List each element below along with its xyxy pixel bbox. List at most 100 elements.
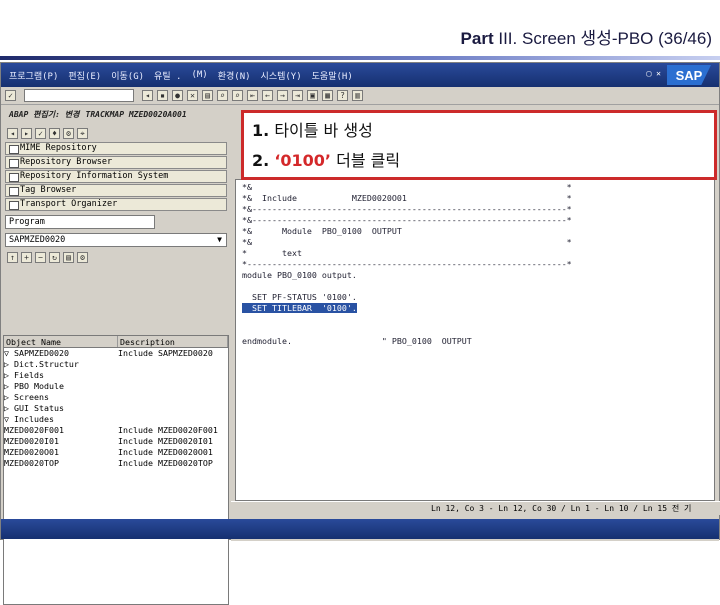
callout-step-1: 1. 타이틀 바 생성 <box>252 119 714 149</box>
tree-row[interactable]: MZED0020I01 Include MZED0020I01 <box>4 436 228 447</box>
callout-step-2: 2. ‘0100’ 더블 클릭 <box>252 149 714 179</box>
code-line[interactable]: *&--------------------------------------… <box>242 215 714 226</box>
tree-row[interactable]: ▽ SAPMZED0020 Include SAPMZED0020 <box>4 348 228 359</box>
first-page-icon[interactable]: ⇤ <box>247 90 258 101</box>
step2-quote-close: ’ <box>324 151 331 170</box>
next-page-icon[interactable]: → <box>277 90 288 101</box>
window-controls-icon[interactable]: ▢ ✕ <box>647 69 661 78</box>
code-line[interactable]: module PBO_0100 output. <box>242 270 714 281</box>
tree-row-name: ▷ Screens <box>4 392 49 402</box>
tree-row-name: MZED0020TOP <box>4 458 59 468</box>
code-line[interactable]: *& * <box>242 237 714 248</box>
tree-row-name: ▷ Dict.Structur <box>4 359 79 369</box>
cancel-icon[interactable]: ✕ <box>187 90 198 101</box>
code-line[interactable] <box>242 314 714 325</box>
col-object-name[interactable]: Object Name <box>4 336 118 347</box>
nav-mime-repository[interactable]: MIME Repository <box>5 142 227 155</box>
nav-check-icon[interactable]: ✓ <box>35 127 46 139</box>
tree-row[interactable]: ▷ Fields <box>4 370 228 381</box>
tree-row[interactable]: ▽ Includes <box>4 414 228 425</box>
code-line[interactable]: *---------------------------------------… <box>242 259 714 270</box>
menu-utilities[interactable]: 유틸 . <box>154 69 181 82</box>
print-icon[interactable]: ▤ <box>202 90 213 101</box>
menu-goto[interactable]: 이동(G) <box>111 69 144 82</box>
command-field[interactable] <box>24 89 134 102</box>
nav-activate-icon[interactable]: ♦ <box>49 127 60 139</box>
tree-up-icon[interactable]: ↑ <box>7 251 18 263</box>
menu-bar: 프로그램(P) 편집(E) 이동(G) 유틸 . (M) 환경(N) 시스템(Y… <box>1 63 719 87</box>
back-icon[interactable]: ◂ <box>142 90 153 101</box>
tree-row[interactable]: MZED0020F001 Include MZED0020F001 <box>4 425 228 436</box>
layout-icon[interactable]: ▥ <box>352 90 363 101</box>
code-line[interactable]: *& Module PBO_0100 OUTPUT <box>242 226 714 237</box>
save-icon[interactable]: ▪ <box>157 90 168 101</box>
tree-row-name: ▽ SAPMZED0020 <box>4 348 69 358</box>
enter-icon[interactable]: ✓ <box>5 90 16 101</box>
tree-row-desc <box>118 392 228 403</box>
menu-edit[interactable]: 편집(E) <box>68 69 101 82</box>
code-line[interactable]: *& Include MZED0020O01 * <box>242 193 714 204</box>
tree-toolbar: ↑ + − ↻ ▤ ⚙ <box>3 249 229 265</box>
menu-system[interactable]: 시스템(Y) <box>261 69 302 82</box>
tree-row[interactable]: ▷ Dict.Structur <box>4 359 228 370</box>
code-line[interactable] <box>242 281 714 292</box>
tree-refresh-icon[interactable]: ↻ <box>49 251 60 263</box>
shortcut-icon[interactable]: ▦ <box>322 90 333 101</box>
tree-row-desc <box>118 370 228 381</box>
tree-row[interactable]: MZED0020O01 Include MZED0020O01 <box>4 447 228 458</box>
object-type-select[interactable]: Program <box>5 215 155 229</box>
tree-row-desc: Include MZED0020O01 <box>117 447 213 457</box>
last-page-icon[interactable]: ⇥ <box>292 90 303 101</box>
nav-repository-info-system[interactable]: Repository Information System <box>5 170 227 183</box>
code-line[interactable]: endmodule. " PBO_0100 OUTPUT <box>242 336 714 347</box>
tree-row-desc: Include MZED0020TOP <box>117 458 213 468</box>
editor-pane: *& * *& Include MZED0020O01 * *&--------… <box>231 125 719 541</box>
tree-row[interactable]: ▷ PBO Module <box>4 381 228 392</box>
standard-toolbar: ✓ ◂ ▪ ● ✕ ▤ ⌕ ⌕ ⇤ ← → ⇥ ▣ ▦ ? ▥ <box>1 87 719 105</box>
selected-code-line[interactable]: SET TITLEBAR '0100'. <box>242 303 357 313</box>
menu-help[interactable]: 도움말(H) <box>312 69 353 82</box>
col-description[interactable]: Description <box>118 336 228 347</box>
title-underline <box>0 56 720 60</box>
nav-toolbar: ◂ ▸ ✓ ♦ ⚙ ⌖ <box>3 125 229 141</box>
nav-test-icon[interactable]: ⚙ <box>63 127 74 139</box>
find-icon[interactable]: ⌕ <box>217 90 228 101</box>
nav-where-used-icon[interactable]: ⌖ <box>77 127 88 139</box>
object-tree: Object Name Description ▽ SAPMZED0020 Inc… <box>3 335 229 605</box>
nav-tag-browser[interactable]: Tag Browser <box>5 184 227 197</box>
menu-program[interactable]: 프로그램(P) <box>9 69 58 82</box>
nav-forward-icon[interactable]: ▸ <box>21 127 32 139</box>
tree-collapse-icon[interactable]: − <box>35 251 46 263</box>
prev-page-icon[interactable]: ← <box>262 90 273 101</box>
step1-text: 타이틀 바 생성 <box>274 121 373 140</box>
tree-row[interactable]: MZED0020TOP Include MZED0020TOP <box>4 458 228 469</box>
code-line[interactable]: SET PF-STATUS '0100'. <box>242 292 714 303</box>
tree-row-desc: Include SAPMZED0020 <box>117 348 213 358</box>
menu-more[interactable]: (M) <box>191 70 207 80</box>
tree-expand-icon[interactable]: + <box>21 251 32 263</box>
navigation-pane: ◂ ▸ ✓ ♦ ⚙ ⌖ MIME Repository Repository B… <box>3 125 229 605</box>
tree-row[interactable]: ▷ GUI Status <box>4 403 228 414</box>
find-next-icon[interactable]: ⌕ <box>232 90 243 101</box>
nav-back-icon[interactable]: ◂ <box>7 127 18 139</box>
new-session-icon[interactable]: ▣ <box>307 90 318 101</box>
code-editor[interactable]: *& * *& Include MZED0020O01 * *&--------… <box>235 179 715 501</box>
object-name-input[interactable]: SAPMZED0020 <box>5 233 227 247</box>
tree-settings-icon[interactable]: ⚙ <box>77 251 88 263</box>
tree-row-name: ▷ PBO Module <box>4 381 64 391</box>
code-line[interactable]: *&--------------------------------------… <box>242 204 714 215</box>
help-icon[interactable]: ? <box>337 90 348 101</box>
code-line[interactable]: *& * <box>242 182 714 193</box>
step2-text: 더블 클릭 <box>336 151 401 170</box>
tree-row[interactable]: ▷ Screens <box>4 392 228 403</box>
code-line[interactable] <box>242 325 714 336</box>
nav-transport-organizer[interactable]: Transport Organizer <box>5 198 227 211</box>
tree-row-name: ▽ Includes <box>4 414 54 424</box>
exit-icon[interactable]: ● <box>172 90 183 101</box>
menu-environment[interactable]: 환경(N) <box>218 69 251 82</box>
code-line[interactable]: * text <box>242 248 714 259</box>
nav-repository-browser[interactable]: Repository Browser <box>5 156 227 169</box>
tree-display-icon[interactable]: ▤ <box>63 251 74 263</box>
tree-row-name: ▷ Fields <box>4 370 44 380</box>
tree-row-desc <box>118 359 228 370</box>
